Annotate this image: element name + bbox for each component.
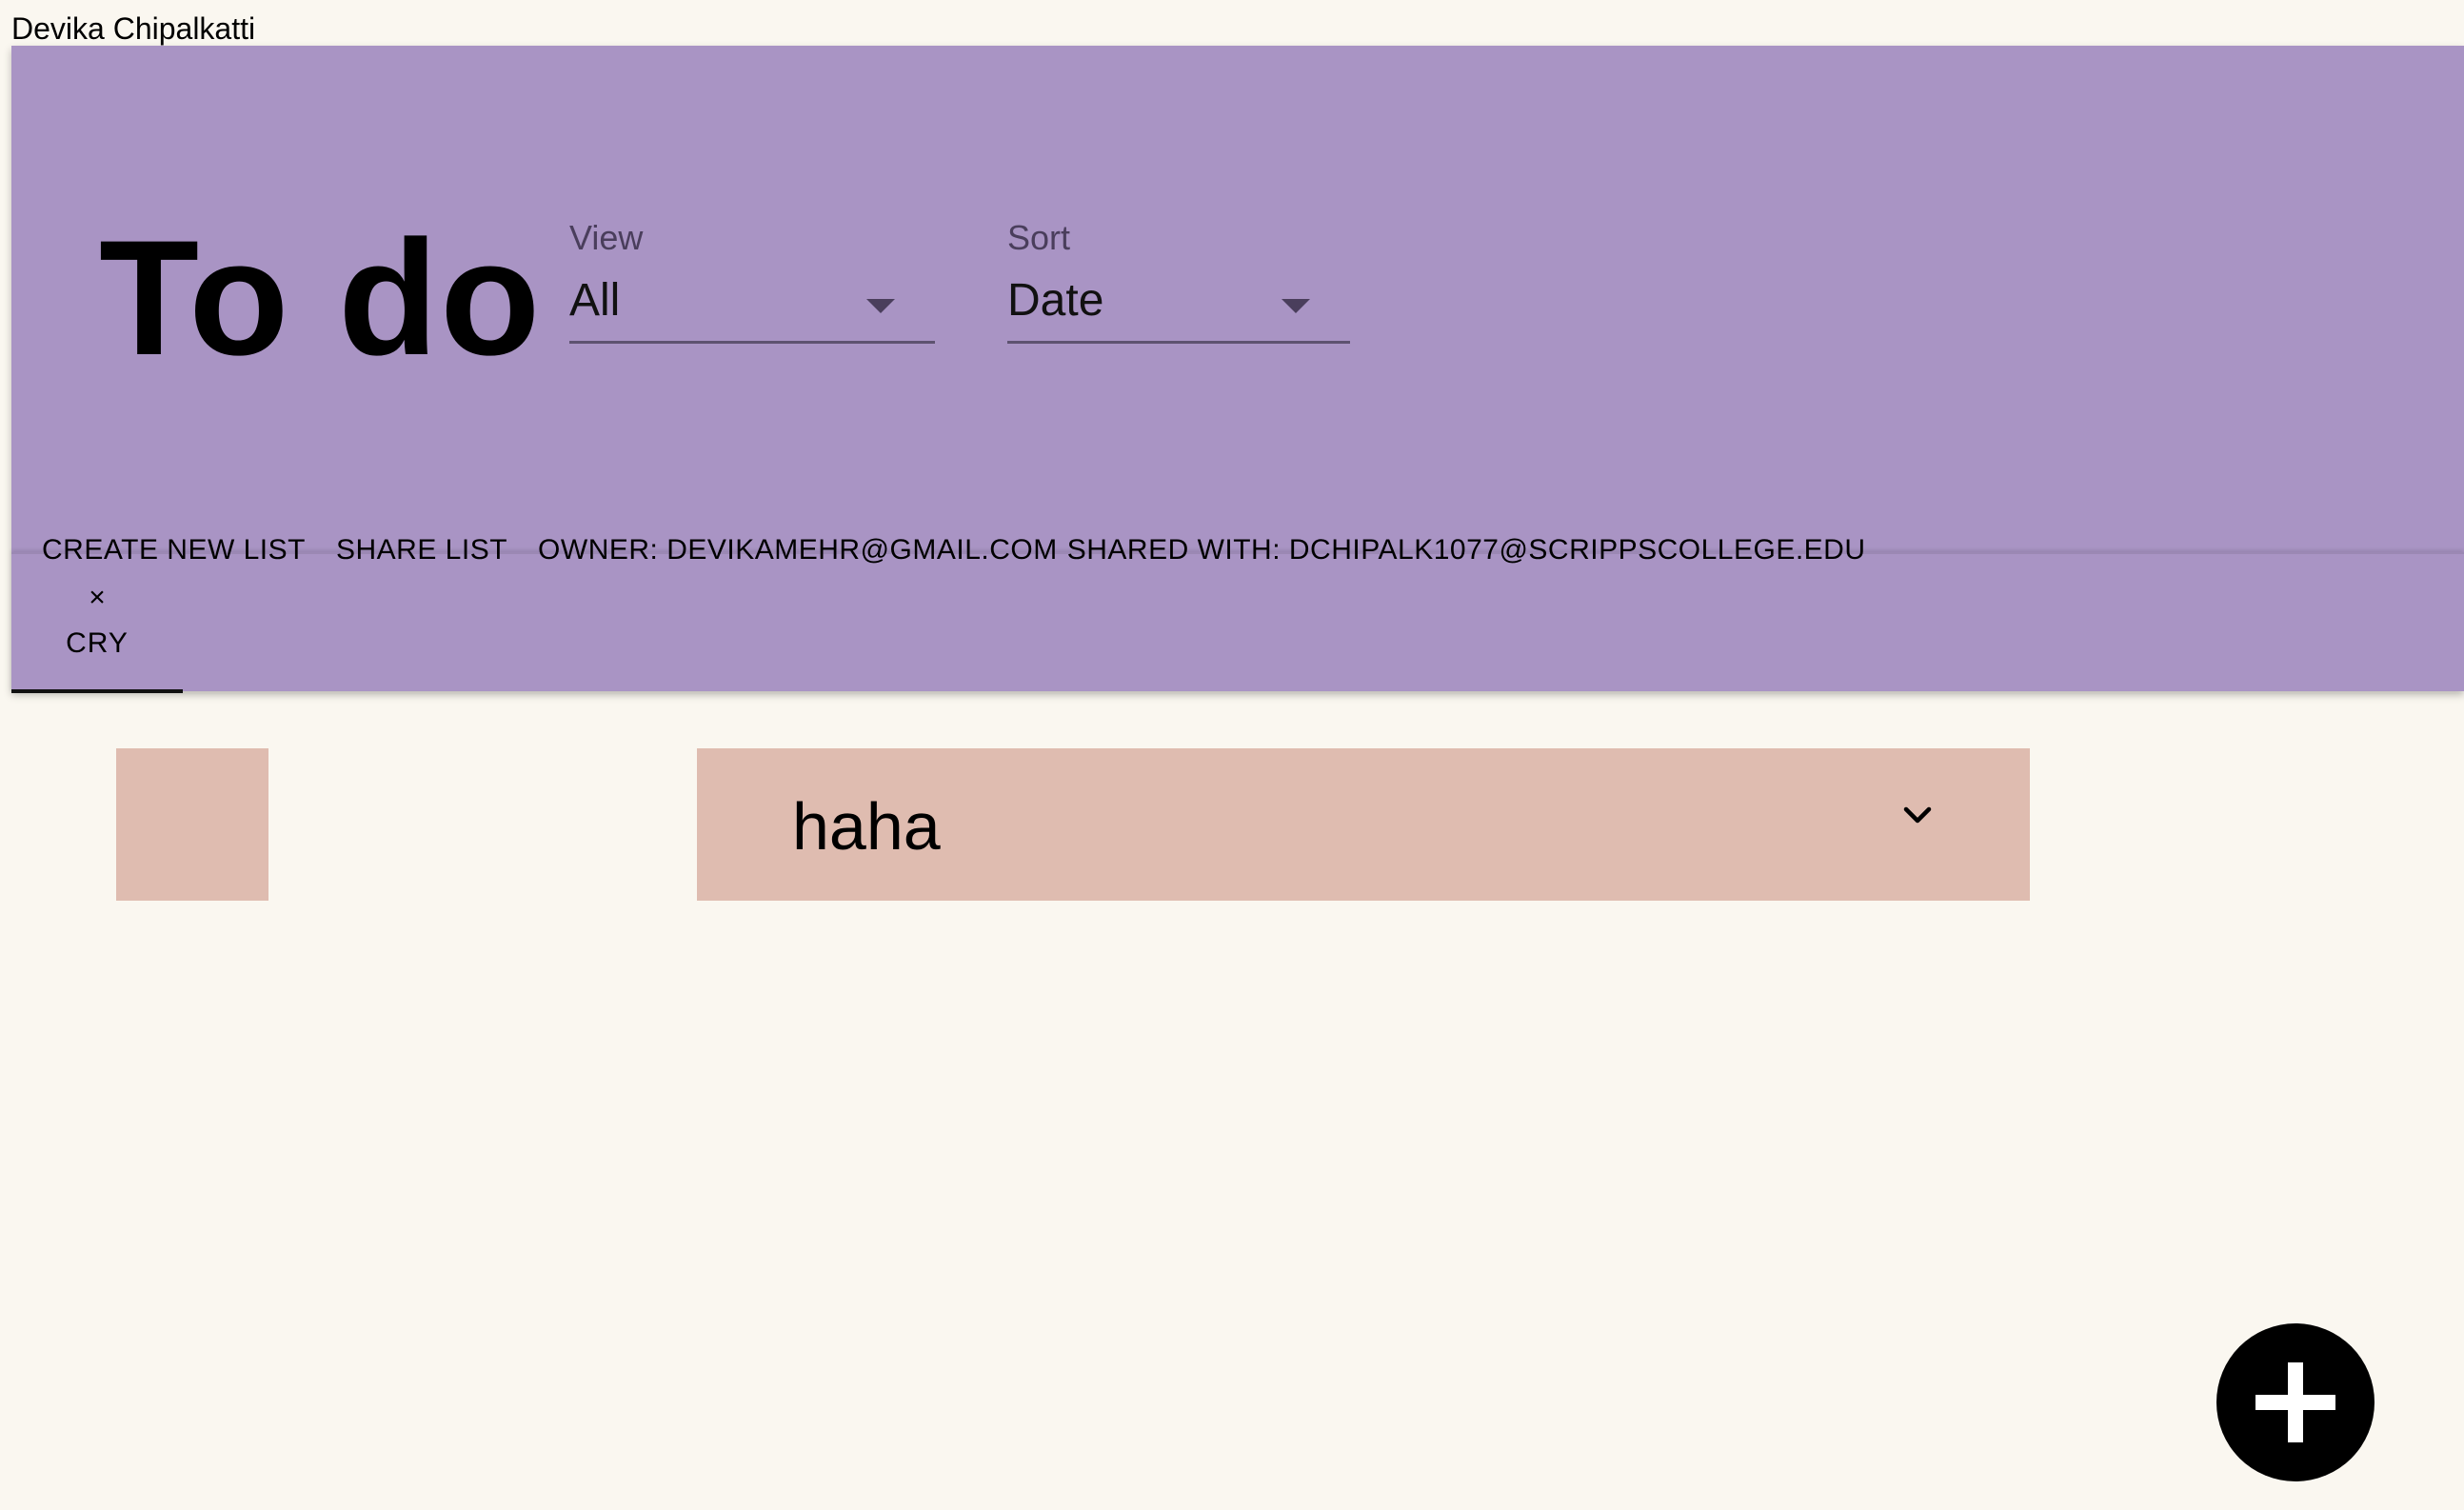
tab-cry[interactable]: × CRY bbox=[11, 554, 183, 693]
plus-icon bbox=[2255, 1362, 2335, 1442]
add-task-button[interactable] bbox=[2216, 1323, 2375, 1481]
task-complete-checkbox[interactable] bbox=[116, 748, 268, 901]
page-title: To do bbox=[99, 207, 543, 389]
close-icon[interactable]: × bbox=[11, 581, 183, 615]
caret-down-icon bbox=[866, 299, 895, 313]
task-item[interactable]: haha bbox=[697, 748, 2030, 901]
sort-select-label: Sort bbox=[1007, 218, 1071, 257]
task-text: haha bbox=[792, 789, 941, 864]
chevron-down-icon[interactable] bbox=[1900, 798, 1935, 832]
list-tabs: × CRY bbox=[11, 552, 2464, 693]
app-header: To do View All Sort Date Create new list… bbox=[11, 46, 2464, 693]
caret-down-icon bbox=[1282, 299, 1310, 313]
view-select-label: View bbox=[569, 218, 644, 257]
sort-select: Sort Date bbox=[1007, 217, 1350, 344]
tab-selected-indicator bbox=[11, 689, 183, 693]
sort-dropdown[interactable]: Date bbox=[1007, 272, 1350, 344]
user-name: Devika Chipalkatti bbox=[11, 11, 256, 46]
view-select: View All bbox=[569, 217, 935, 344]
view-dropdown[interactable]: All bbox=[569, 272, 935, 344]
tab-label: CRY bbox=[66, 627, 129, 659]
